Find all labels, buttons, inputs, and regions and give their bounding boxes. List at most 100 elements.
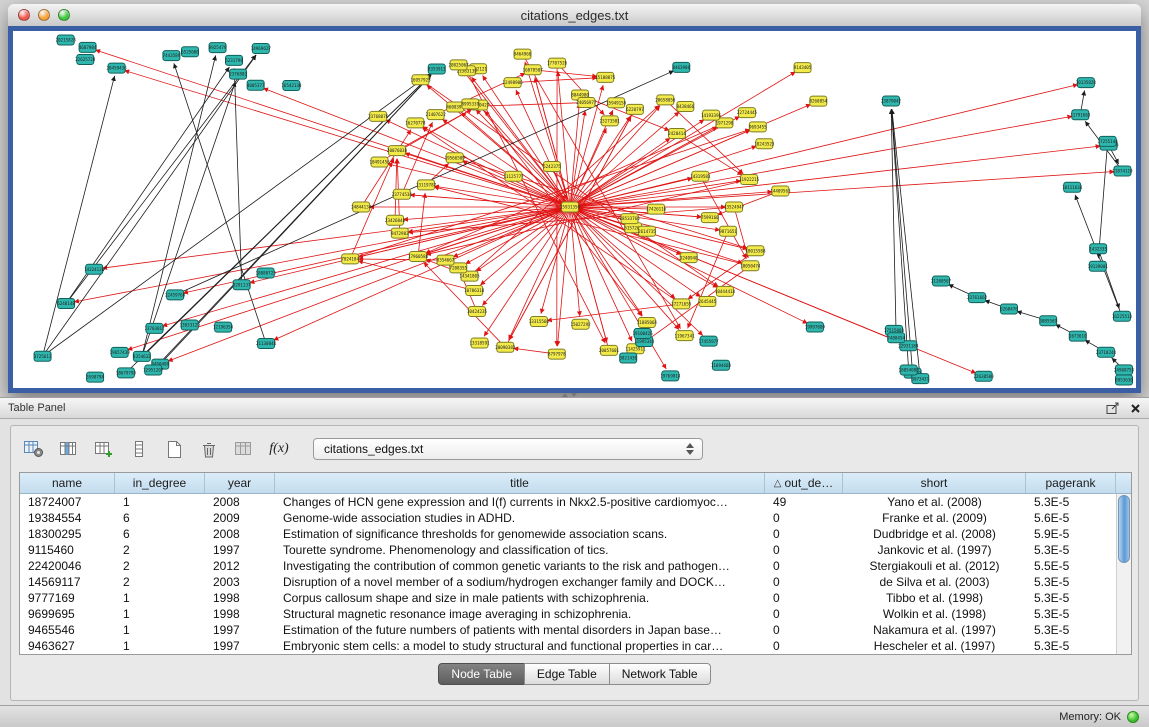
cell-year[interactable]: 1998 <box>205 606 275 622</box>
table-row[interactable]: 1830029562008Estimation of significance … <box>20 526 1116 542</box>
cell-year[interactable]: 2012 <box>205 558 275 574</box>
cell-name[interactable]: 18300295 <box>20 526 115 542</box>
cell-out_degree[interactable]: 0 <box>765 542 843 558</box>
window-titlebar[interactable]: citations_edges.txt <box>8 4 1141 27</box>
column-header-year[interactable]: year <box>205 473 275 493</box>
cell-pagerank[interactable]: 5.3E-5 <box>1026 542 1116 558</box>
cell-in_degree[interactable]: 6 <box>115 510 205 526</box>
cell-year[interactable]: 1997 <box>205 638 275 654</box>
cell-year[interactable]: 1998 <box>205 590 275 606</box>
cell-title[interactable]: Embryonic stem cells: a model to study s… <box>275 638 765 654</box>
column-header-title[interactable]: title <box>275 473 765 493</box>
create-column-button[interactable] <box>89 436 119 462</box>
cell-year[interactable]: 2003 <box>205 574 275 590</box>
cell-in_degree[interactable]: 2 <box>115 542 205 558</box>
cell-pagerank[interactable]: 5.9E-5 <box>1026 526 1116 542</box>
cell-title[interactable]: Estimation of the future numbers of pati… <box>275 622 765 638</box>
cell-pagerank[interactable]: 5.3E-5 <box>1026 494 1116 510</box>
cell-in_degree[interactable]: 2 <box>115 574 205 590</box>
cell-in_degree[interactable]: 6 <box>115 526 205 542</box>
cell-name[interactable]: 9777169 <box>20 590 115 606</box>
cell-name[interactable]: 22420046 <box>20 558 115 574</box>
table-row[interactable]: 1938455462009Genome-wide association stu… <box>20 510 1116 526</box>
tab-node-table[interactable]: Node Table <box>438 663 525 685</box>
scrollbar-thumb[interactable] <box>1118 495 1130 563</box>
cell-in_degree[interactable]: 1 <box>115 494 205 510</box>
table-row[interactable]: 946554611997Estimation of the future num… <box>20 622 1116 638</box>
cell-in_degree[interactable]: 1 <box>115 622 205 638</box>
cell-name[interactable]: 9699695 <box>20 606 115 622</box>
cell-name[interactable]: 9463627 <box>20 638 115 654</box>
cell-short[interactable]: Tibbo et al. (1998) <box>843 590 1026 606</box>
cell-title[interactable]: Tourette syndrome. Phenomenology and cla… <box>275 542 765 558</box>
cell-pagerank[interactable]: 5.3E-5 <box>1026 606 1116 622</box>
zoom-window-button[interactable] <box>58 9 70 21</box>
cell-in_degree[interactable]: 1 <box>115 638 205 654</box>
close-panel-button[interactable] <box>1130 403 1141 414</box>
cell-year[interactable]: 1997 <box>205 542 275 558</box>
table-row[interactable]: 977716911998Corpus callosum shape and si… <box>20 590 1116 606</box>
cell-out_degree[interactable]: 0 <box>765 558 843 574</box>
table-row[interactable]: 946362711997Embryonic stem cells: a mode… <box>20 638 1116 654</box>
cell-out_degree[interactable]: 0 <box>765 622 843 638</box>
cell-out_degree[interactable]: 0 <box>765 638 843 654</box>
table-row[interactable]: 1456911722003Disruption of a novel membe… <box>20 574 1116 590</box>
table-row[interactable]: 969969511998Structural magnetic resonanc… <box>20 606 1116 622</box>
table-row[interactable]: 1872400712008Changes of HCN gene express… <box>20 494 1116 510</box>
cell-out_degree[interactable]: 0 <box>765 606 843 622</box>
show-columns-button[interactable] <box>54 436 84 462</box>
cell-pagerank[interactable]: 5.6E-5 <box>1026 510 1116 526</box>
new-table-button[interactable] <box>159 436 189 462</box>
table-row[interactable]: 2242004622012Investigating the contribut… <box>20 558 1116 574</box>
row-height-button[interactable] <box>124 436 154 462</box>
cell-out_degree[interactable]: 0 <box>765 526 843 542</box>
cell-short[interactable]: Franke et al. (2009) <box>843 510 1026 526</box>
cell-out_degree[interactable]: 0 <box>765 574 843 590</box>
column-header-out_degree[interactable]: △out_de… <box>765 473 843 493</box>
cell-pagerank[interactable]: 5.3E-5 <box>1026 574 1116 590</box>
cell-in_degree[interactable]: 1 <box>115 606 205 622</box>
close-window-button[interactable] <box>18 9 30 21</box>
cell-title[interactable]: Corpus callosum shape and size in male p… <box>275 590 765 606</box>
cell-name[interactable]: 18724007 <box>20 494 115 510</box>
cell-pagerank[interactable]: 5.3E-5 <box>1026 590 1116 606</box>
column-header-name[interactable]: name <box>20 473 115 493</box>
cell-year[interactable]: 2008 <box>205 526 275 542</box>
cell-short[interactable]: de Silva et al. (2003) <box>843 574 1026 590</box>
column-header-short[interactable]: short <box>843 473 1026 493</box>
cell-year[interactable]: 2008 <box>205 494 275 510</box>
table-mode-button[interactable] <box>19 436 49 462</box>
cell-short[interactable]: Dudbridge et al. (2008) <box>843 526 1026 542</box>
cell-name[interactable]: 9115460 <box>20 542 115 558</box>
cell-short[interactable]: Wolkin et al. (1998) <box>843 606 1026 622</box>
table-row[interactable]: 911546021997Tourette syndrome. Phenomeno… <box>20 542 1116 558</box>
cell-short[interactable]: Yano et al. (2008) <box>843 494 1026 510</box>
delete-table-button[interactable] <box>194 436 224 462</box>
cell-name[interactable]: 14569117 <box>20 574 115 590</box>
table-source-select[interactable]: citations_edges.txt <box>313 438 703 460</box>
cell-name[interactable]: 9465546 <box>20 622 115 638</box>
cell-out_degree[interactable]: 49 <box>765 494 843 510</box>
cell-title[interactable]: Estimation of significance thresholds fo… <box>275 526 765 542</box>
cell-name[interactable]: 19384554 <box>20 510 115 526</box>
cell-pagerank[interactable]: 5.3E-5 <box>1026 622 1116 638</box>
cell-short[interactable]: Jankovic et al. (1997) <box>843 542 1026 558</box>
cell-pagerank[interactable]: 5.3E-5 <box>1026 638 1116 654</box>
cell-out_degree[interactable]: 0 <box>765 510 843 526</box>
tab-network-table[interactable]: Network Table <box>609 663 711 685</box>
cell-in_degree[interactable]: 2 <box>115 558 205 574</box>
cell-title[interactable]: Changes of HCN gene expression and I(f) … <box>275 494 765 510</box>
network-graph[interactable]: 1593135013524947759916098716511801558818… <box>13 31 1136 388</box>
cell-short[interactable]: Stergiakouli et al. (2012) <box>843 558 1026 574</box>
function-builder-button[interactable]: f(x) <box>264 436 294 462</box>
minimize-window-button[interactable] <box>38 9 50 21</box>
cell-out_degree[interactable]: 0 <box>765 590 843 606</box>
cell-title[interactable]: Investigating the contribution of common… <box>275 558 765 574</box>
graph-canvas[interactable]: 1593135013524947759916098716511801558818… <box>13 31 1136 388</box>
cell-year[interactable]: 2009 <box>205 510 275 526</box>
tab-edge-table[interactable]: Edge Table <box>524 663 610 685</box>
cell-year[interactable]: 1997 <box>205 622 275 638</box>
cell-title[interactable]: Structural magnetic resonance image aver… <box>275 606 765 622</box>
cell-short[interactable]: Nakamura et al. (1997) <box>843 622 1026 638</box>
cell-short[interactable]: Hescheler et al. (1997) <box>843 638 1026 654</box>
